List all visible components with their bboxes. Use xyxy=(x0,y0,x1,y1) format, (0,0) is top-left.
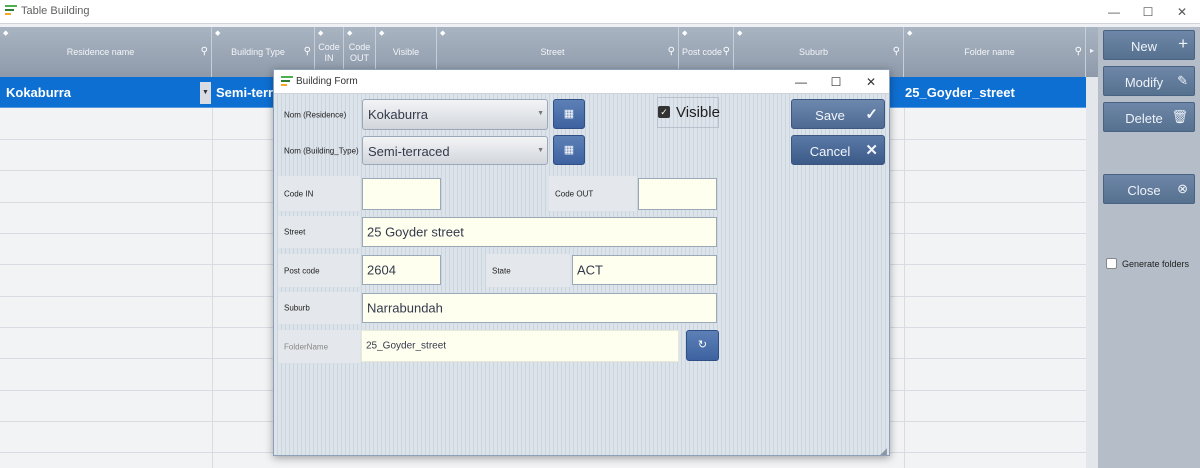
post-code-field[interactable]: 2604 xyxy=(362,255,441,285)
grid-icon: ▦ xyxy=(563,108,575,120)
app-title-bar: Table Building — ☐ ✕ xyxy=(0,0,1200,24)
column-divider xyxy=(904,108,905,468)
post-code-label: Post code xyxy=(278,254,360,287)
search-icon[interactable]: ⚲ xyxy=(201,46,208,57)
building-type-label: Nom (Building_Type) xyxy=(284,146,359,156)
folder-name-label: FolderName xyxy=(278,330,360,363)
sort-icon: ◆ xyxy=(440,30,446,37)
minimize-button[interactable]: — xyxy=(1096,0,1132,24)
sort-icon: ◆ xyxy=(737,30,743,37)
close-icon: ✕ xyxy=(865,142,878,159)
plus-icon: + xyxy=(1178,34,1188,53)
cell-residence: Kokaburra xyxy=(6,85,72,100)
residence-label: Nom (Residence) xyxy=(284,110,347,120)
sort-icon: ◆ xyxy=(907,30,913,37)
state-label: State xyxy=(486,254,570,287)
check-icon[interactable]: ✓ xyxy=(658,106,670,118)
refresh-folder-button[interactable]: ↻ xyxy=(686,330,719,361)
sort-icon: ◆ xyxy=(3,30,9,37)
dialog-close-button[interactable]: ✕ xyxy=(853,70,889,94)
code-out-label: Code OUT xyxy=(549,176,637,211)
delete-button[interactable]: Delete 🗑 xyxy=(1103,102,1195,132)
code-in-label: Code IN xyxy=(278,176,360,211)
close-button[interactable]: Close ⊗ xyxy=(1103,174,1195,204)
cancel-button[interactable]: Cancel ✕ xyxy=(791,135,885,165)
dialog-title: Building Form xyxy=(296,76,358,87)
modify-button[interactable]: Modify ✎ xyxy=(1103,66,1195,96)
chevron-right-icon: ▸ xyxy=(1089,46,1094,55)
search-icon[interactable]: ⚲ xyxy=(1075,46,1082,57)
app-title: Table Building xyxy=(21,5,90,17)
residence-picker-button[interactable]: ▦ xyxy=(553,99,585,129)
street-field[interactable]: 25 Goyder street xyxy=(362,217,717,247)
sort-icon: ◆ xyxy=(347,30,353,37)
maximize-button[interactable]: ☐ xyxy=(1130,0,1166,24)
check-icon: ✓ xyxy=(865,106,878,123)
street-label: Street xyxy=(278,216,360,248)
trash-icon: 🗑 xyxy=(1171,109,1188,124)
dialog-minimize-button[interactable]: — xyxy=(783,70,819,94)
residence-combobox[interactable]: Kokaburra ▼ xyxy=(362,99,548,130)
checkbox-unchecked[interactable] xyxy=(1106,258,1117,269)
app-logo-icon xyxy=(5,5,17,17)
code-out-field[interactable] xyxy=(638,178,717,210)
column-header-residence-name[interactable]: ◆ Residence name ⚲ xyxy=(0,27,212,77)
chevron-down-icon: ▼ xyxy=(537,147,544,154)
sort-icon: ◆ xyxy=(215,30,221,37)
save-button[interactable]: Save ✓ xyxy=(791,99,885,129)
column-header-folder-name[interactable]: ◆ Folder name ⚲ xyxy=(904,27,1086,77)
building-type-picker-button[interactable]: ▦ xyxy=(553,135,585,165)
close-window-button[interactable]: ✕ xyxy=(1164,0,1200,24)
chevron-down-icon: ▼ xyxy=(537,110,544,117)
close-circle-icon: ⊗ xyxy=(1177,181,1188,196)
suburb-field[interactable]: Narrabundah xyxy=(362,293,717,323)
vertical-scrollbar[interactable] xyxy=(1086,77,1098,468)
row-dropdown-button[interactable]: ▼ xyxy=(200,82,211,104)
sort-icon: ◆ xyxy=(318,30,324,37)
suburb-label: Suburb xyxy=(278,292,360,324)
sort-icon: ◆ xyxy=(379,30,385,37)
sort-icon: ◆ xyxy=(682,30,688,37)
search-icon[interactable]: ⚲ xyxy=(893,46,900,57)
app-logo-icon xyxy=(281,76,293,88)
dialog-maximize-button[interactable]: ☐ xyxy=(818,70,854,94)
dialog-title-bar: Building Form — ☐ ✕ xyxy=(274,70,889,94)
column-divider xyxy=(212,108,213,468)
grid-icon: ▦ xyxy=(563,144,575,156)
folder-name-field[interactable]: 25_Goyder_street xyxy=(361,330,679,362)
building-type-combobox[interactable]: Semi-terraced ▼ xyxy=(362,136,548,165)
search-icon[interactable]: ⚲ xyxy=(668,46,675,57)
new-button[interactable]: New + xyxy=(1103,30,1195,60)
header-scroll-right[interactable]: ▸ xyxy=(1086,27,1098,77)
edit-icon: ✎ xyxy=(1177,73,1188,88)
state-field[interactable]: ACT xyxy=(572,255,717,285)
search-icon[interactable]: ⚲ xyxy=(304,46,311,57)
action-panel: New + Modify ✎ Delete 🗑 Close ⊗ xyxy=(1098,27,1200,468)
cell-folder-name: 25_Goyder_street xyxy=(905,85,1015,100)
code-in-field[interactable] xyxy=(362,178,441,210)
refresh-icon: ↻ xyxy=(697,339,708,351)
resize-grip-icon[interactable]: ◢ xyxy=(880,446,887,457)
search-icon[interactable]: ⚲ xyxy=(723,46,730,57)
